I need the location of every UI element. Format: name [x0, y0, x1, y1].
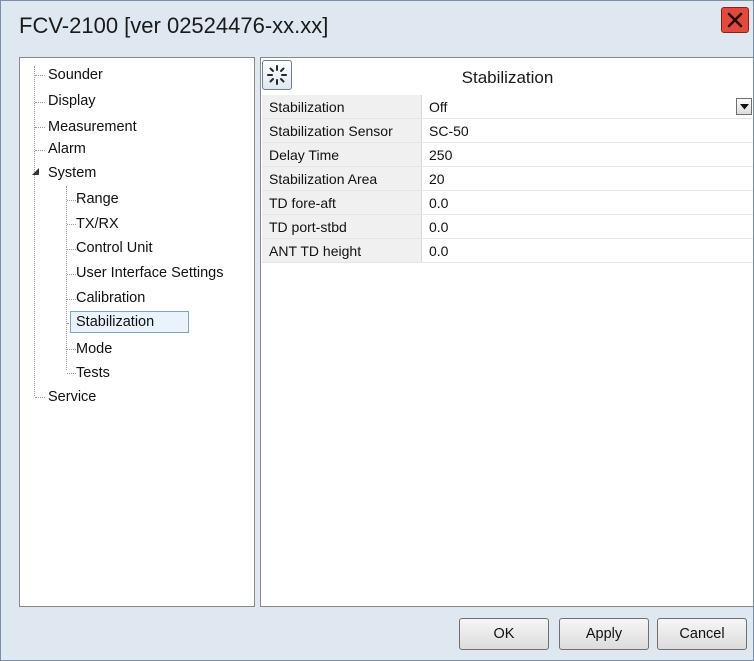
tree-item-user-interface-settings[interactable]: User Interface Settings: [76, 264, 224, 282]
tree-item-control-unit[interactable]: Control Unit: [76, 239, 153, 257]
property-name: TD port-stbd: [262, 214, 422, 239]
property-value[interactable]: 0.0: [421, 214, 753, 239]
detail-panel: Stabilization Stabilization Off Stabiliz…: [260, 57, 753, 607]
property-name: ANT TD height: [262, 238, 422, 263]
tree-item-tests[interactable]: Tests: [76, 364, 110, 382]
property-row-stabilization: Stabilization Off: [262, 95, 753, 119]
tree-item-display[interactable]: Display: [48, 92, 96, 110]
dropdown-arrow-button[interactable]: [736, 98, 752, 115]
property-value[interactable]: 0.0: [421, 190, 753, 215]
close-x-icon: [727, 12, 743, 28]
property-row-td-port-stbd: TD port-stbd 0.0: [262, 214, 753, 239]
property-name: Stabilization: [262, 95, 422, 119]
property-value[interactable]: 0.0: [421, 238, 753, 263]
property-name: Stabilization Area: [262, 166, 422, 191]
apply-button[interactable]: Apply: [559, 618, 649, 650]
stabilization-select[interactable]: Off: [421, 95, 753, 119]
property-row-ant-td-height: ANT TD height 0.0: [262, 238, 753, 263]
cancel-button[interactable]: Cancel: [657, 618, 747, 650]
property-name: Delay Time: [262, 142, 422, 167]
tree-item-range[interactable]: Range: [76, 190, 119, 208]
tree-item-sounder[interactable]: Sounder: [48, 66, 103, 84]
settings-window: FCV-2100 [ver 02524476-xx.xx] Sounder Di…: [0, 0, 754, 661]
property-row-delay-time: Delay Time 250: [262, 142, 753, 167]
property-name: TD fore-aft: [262, 190, 422, 215]
property-name: Stabilization Sensor: [262, 118, 422, 143]
tree-item-service[interactable]: Service: [48, 388, 96, 406]
property-row-stabilization-area: Stabilization Area 20: [262, 166, 753, 191]
chevron-down-icon: [739, 103, 749, 109]
expand-triangle-icon[interactable]: [31, 167, 40, 176]
property-grid: Stabilization Off Stabilization Sensor S…: [262, 95, 753, 263]
tree-item-stabilization[interactable]: Stabilization: [70, 311, 190, 333]
ok-button[interactable]: OK: [459, 618, 549, 650]
property-value[interactable]: SC-50: [421, 118, 753, 143]
property-value[interactable]: 20: [421, 166, 753, 191]
panel-title: Stabilization: [461, 68, 554, 87]
title-bar: FCV-2100 [ver 02524476-xx.xx]: [1, 1, 753, 51]
tree-item-alarm[interactable]: Alarm: [48, 140, 86, 158]
property-row-td-fore-aft: TD fore-aft 0.0: [262, 190, 753, 215]
settings-tree: Sounder Display Measurement Alarm System…: [19, 57, 255, 607]
dialog-footer: OK Apply Cancel: [1, 608, 753, 660]
window-title: FCV-2100 [ver 02524476-xx.xx]: [19, 13, 329, 38]
tree-item-txrx[interactable]: TX/RX: [76, 215, 119, 233]
panel-header: Stabilization: [261, 58, 753, 94]
tree-item-system[interactable]: System: [48, 164, 96, 182]
property-value[interactable]: 250: [421, 142, 753, 167]
property-row-stabilization-sensor: Stabilization Sensor SC-50: [262, 118, 753, 143]
tree-item-measurement[interactable]: Measurement: [48, 118, 137, 136]
tree-item-mode[interactable]: Mode: [76, 340, 112, 358]
property-value: Off: [429, 98, 448, 115]
tree-item-calibration[interactable]: Calibration: [76, 289, 145, 307]
close-button[interactable]: [721, 7, 749, 33]
